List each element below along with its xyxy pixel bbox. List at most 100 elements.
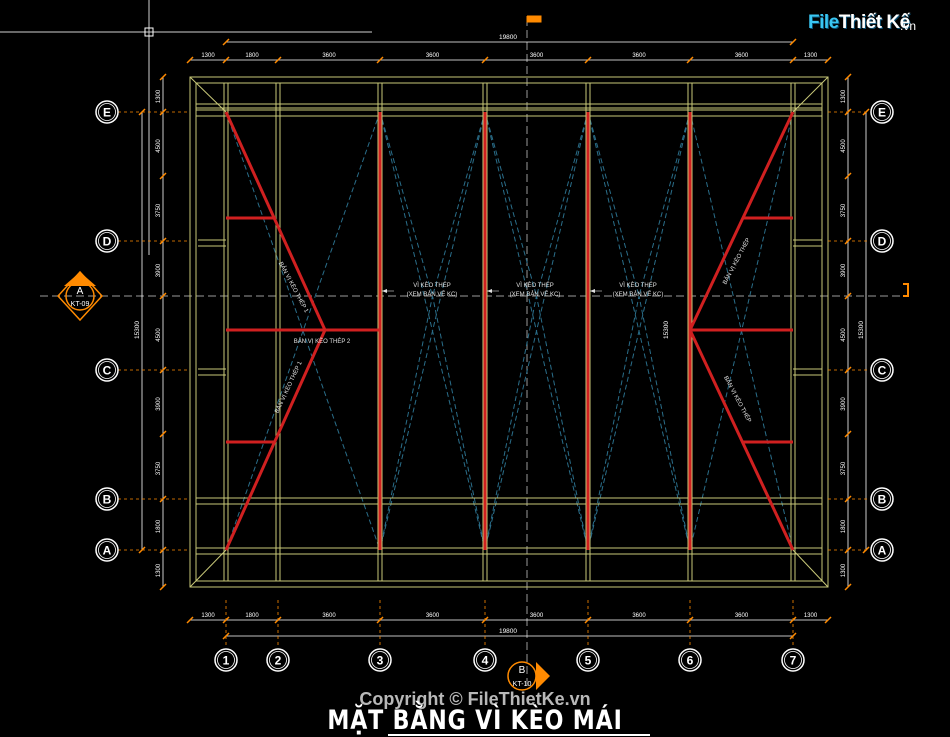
title-underline [388, 734, 650, 736]
column-axis-6-label: 6 [687, 654, 694, 668]
column-axis-3-label: 3 [377, 654, 384, 668]
brace-diagonal [536, 295, 589, 551]
grid-axis-bubbles: 1 2 3 4 5 6 7 E E D D C C B B A A [95, 100, 894, 672]
brace-diagonal [638, 111, 691, 297]
logo-suffix: .vn [900, 19, 917, 33]
north-flag-top [526, 15, 542, 23]
cad-crosshair [0, 0, 372, 255]
row-axis-left-C-label: C [103, 364, 112, 378]
row-axis-right-E-label: E [878, 106, 886, 120]
dim-total-text: 15300 [134, 321, 141, 339]
column-axis-5-label: 5 [585, 654, 592, 668]
dim-text: 3600 [426, 53, 440, 59]
column-axis-2-label: 2 [275, 654, 282, 668]
column-axis-4-label: 4 [482, 654, 489, 668]
dim-text: 3600 [530, 613, 544, 619]
dim-text: 3750 [156, 203, 162, 217]
roof-structure-outline [189, 76, 829, 588]
section-b-label: B [519, 665, 526, 676]
drawing-title: MẶT BẰNG VÌ KÈO MÁI [327, 705, 623, 736]
dim-inner-text: 15300 [663, 321, 670, 339]
section-b-ref: KT-10 [513, 681, 532, 688]
truss-ref-label: (XEM BẢN VẼ KC) [407, 291, 458, 298]
hip-truss-right [688, 111, 795, 331]
dim-text: 1300 [201, 53, 215, 59]
section-a-label: A [77, 286, 84, 297]
dim-text: 3600 [322, 53, 336, 59]
dim-text: 3600 [530, 53, 544, 59]
dim-text: 1800 [245, 53, 259, 59]
brace-diagonal [484, 111, 537, 297]
section-a-ref: KT-09 [71, 301, 90, 308]
row-axis-left-A-label: A [103, 544, 112, 558]
dim-text: 3750 [841, 203, 847, 217]
truss-label: VÌ KÈO THÉP [516, 282, 554, 289]
row-axis-right-D-label: D [878, 235, 887, 249]
dim-text: 1300 [201, 613, 215, 619]
dim-text: 4500 [841, 328, 847, 342]
dim-text: 3900 [156, 263, 162, 277]
dim-total-text: 19800 [499, 628, 517, 635]
row-axis-left-E-label: E [103, 106, 111, 120]
dim-text: 1800 [156, 519, 162, 533]
corner-hip [792, 76, 829, 113]
column-axis-1-label: 1 [223, 654, 230, 668]
brace-diagonal [379, 295, 433, 551]
dim-text: 1300 [804, 613, 818, 619]
row-axis-left-D-label: D [103, 235, 112, 249]
label-arrowhead [487, 289, 492, 293]
section-b-arrow [536, 662, 550, 690]
dim-text: 3900 [841, 263, 847, 277]
corner-hip [189, 76, 227, 113]
truss-ref-label: (XEM BẢN VẼ KC) [510, 291, 561, 298]
dim-text: 1300 [841, 563, 847, 577]
flag-right [903, 283, 909, 297]
label-arrowhead [590, 289, 595, 293]
truss-label: VÌ KÈO THÉP [413, 282, 451, 289]
row-axis-right-C-label: C [878, 364, 887, 378]
brace-diagonal [536, 111, 589, 297]
hip-truss-right [688, 329, 795, 551]
dim-text: 1300 [804, 53, 818, 59]
dim-text: 1800 [245, 613, 259, 619]
brace-diagonal [484, 295, 537, 551]
dim-text: 3600 [426, 613, 440, 619]
section-a-arrow [64, 272, 96, 286]
truss-label: VÌ KÈO THÉP [619, 282, 657, 289]
dim-text: 1800 [841, 519, 847, 533]
brace-diagonal [587, 111, 640, 297]
dim-text: 3600 [735, 53, 749, 59]
filethietke-logo: FileThiết Kế .vn [808, 12, 928, 42]
brace-diagonal [587, 295, 640, 551]
label-arrowhead [382, 289, 387, 293]
dim-text: 4500 [156, 139, 162, 153]
steel-trusses [224, 111, 795, 551]
dim-text: 3750 [841, 461, 847, 475]
row-axis-right-A-label: A [878, 544, 887, 558]
center-lines [40, 15, 909, 690]
dim-text: 3600 [632, 53, 646, 59]
brace-diagonal [432, 295, 486, 551]
dim-text: 4500 [156, 328, 162, 342]
dim-text: 1300 [156, 563, 162, 577]
truss-right-label-1: BẢN VỊ KÈO THÉP [721, 237, 751, 286]
eave-inner-line [195, 82, 823, 582]
roof-truss-plan-drawing: 1300 1800 3600 3600 3600 3600 3600 1300 19800 130… [0, 0, 909, 691]
dim-text: 4500 [841, 139, 847, 153]
dim-text: 3600 [632, 613, 646, 619]
brace-diagonal [432, 111, 486, 297]
row-axis-left-B-label: B [103, 493, 112, 507]
column-axis-7-label: 7 [790, 654, 797, 668]
logo-text: FileThiết Kế [808, 12, 910, 33]
dim-text: 3900 [156, 397, 162, 411]
dim-text: 3900 [841, 397, 847, 411]
truss-ref-label: (XEM BẢN VẼ KC) [613, 291, 664, 298]
outer-eave-line [189, 76, 829, 588]
truss-right-label-2: BẢN VỊ KÈO THÉP [722, 375, 752, 424]
dim-total-text: 15300 [858, 321, 865, 339]
dim-text: 3600 [735, 613, 749, 619]
dim-text: 3600 [322, 613, 336, 619]
dim-text: 3750 [156, 461, 162, 475]
truss-left-label-2: BẢN VỊ KÈO THÉP 2 [294, 338, 351, 345]
dim-text: 1300 [156, 89, 162, 103]
